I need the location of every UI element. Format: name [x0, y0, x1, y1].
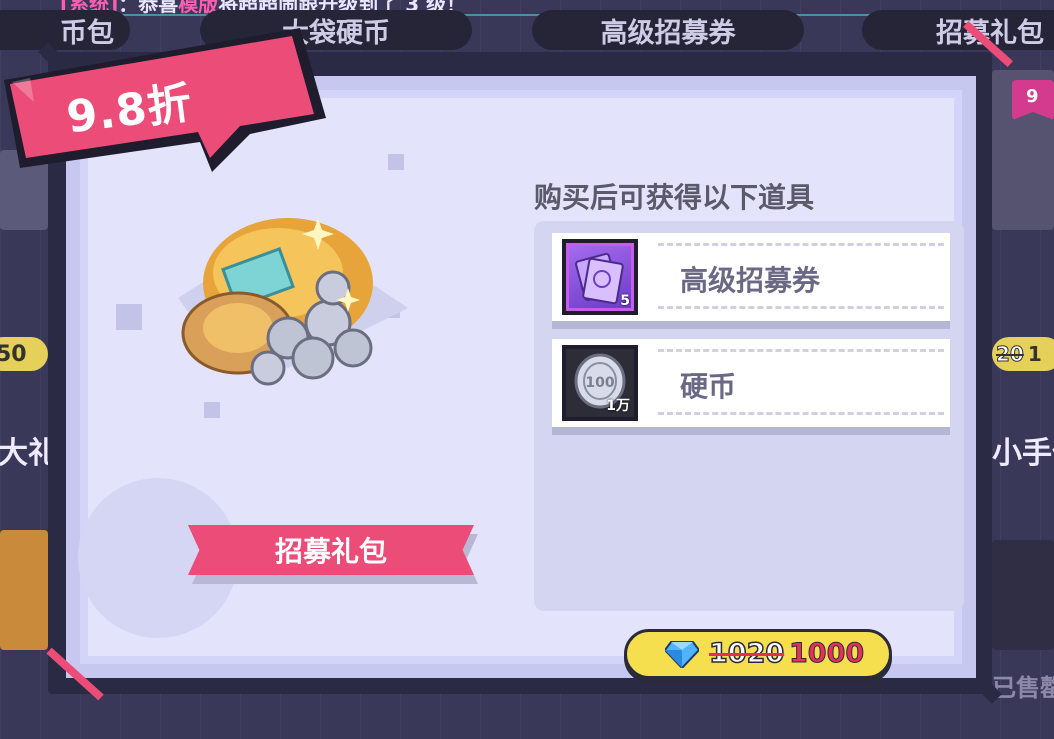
- contents-title: 购买后可获得以下道具: [534, 181, 815, 214]
- shop-name-left: 大礼: [0, 436, 48, 471]
- ticket-icon: 5: [562, 239, 638, 315]
- recruit-pack-image: [178, 218, 408, 386]
- list-item[interactable]: 5 高级招募券: [552, 233, 950, 329]
- item-count: 1万: [606, 398, 630, 414]
- divider: [658, 349, 944, 352]
- shop-price-right: 20 1: [992, 337, 1054, 371]
- contents-list: 5 高级招募券 100 1万 硬币: [534, 221, 964, 611]
- package-name-ribbon: 招募礼包: [188, 525, 474, 575]
- shop-tab-premium-ticket[interactable]: 高级招募券: [532, 10, 804, 50]
- divider: [658, 306, 944, 309]
- discounted-price: 1000: [788, 638, 865, 670]
- diamond-icon: [665, 641, 699, 668]
- original-price: 1020: [708, 637, 785, 670]
- ticker-sep: ：: [118, 0, 139, 14]
- shop-card-right-bottom[interactable]: [992, 540, 1054, 650]
- shop-price-left: 50: [0, 337, 48, 371]
- deco-square: [116, 304, 142, 330]
- divider: [658, 412, 944, 415]
- sold-out-label: 已售罄: [992, 674, 1054, 702]
- svg-text:100: 100: [585, 375, 614, 391]
- list-item[interactable]: 100 1万 硬币: [552, 339, 950, 435]
- ticker-text: 恭喜: [138, 0, 179, 14]
- purchase-button[interactable]: 1020 1000: [624, 629, 892, 679]
- shop-card-left-bottom[interactable]: [0, 530, 48, 650]
- coin-icon: 100 1万: [562, 345, 638, 421]
- shop-tab-recruit-pack[interactable]: 招募礼包: [862, 10, 1054, 50]
- package-name: 招募礼包: [274, 535, 387, 568]
- discount-badge: 9.8折: [0, 22, 330, 182]
- shop-name-right: 小手信: [992, 436, 1054, 471]
- item-count: 5: [620, 293, 630, 309]
- deco-square: [388, 154, 404, 170]
- item-name: 硬币: [680, 370, 737, 403]
- divider: [658, 243, 944, 246]
- item-name: 高级招募券: [680, 264, 821, 297]
